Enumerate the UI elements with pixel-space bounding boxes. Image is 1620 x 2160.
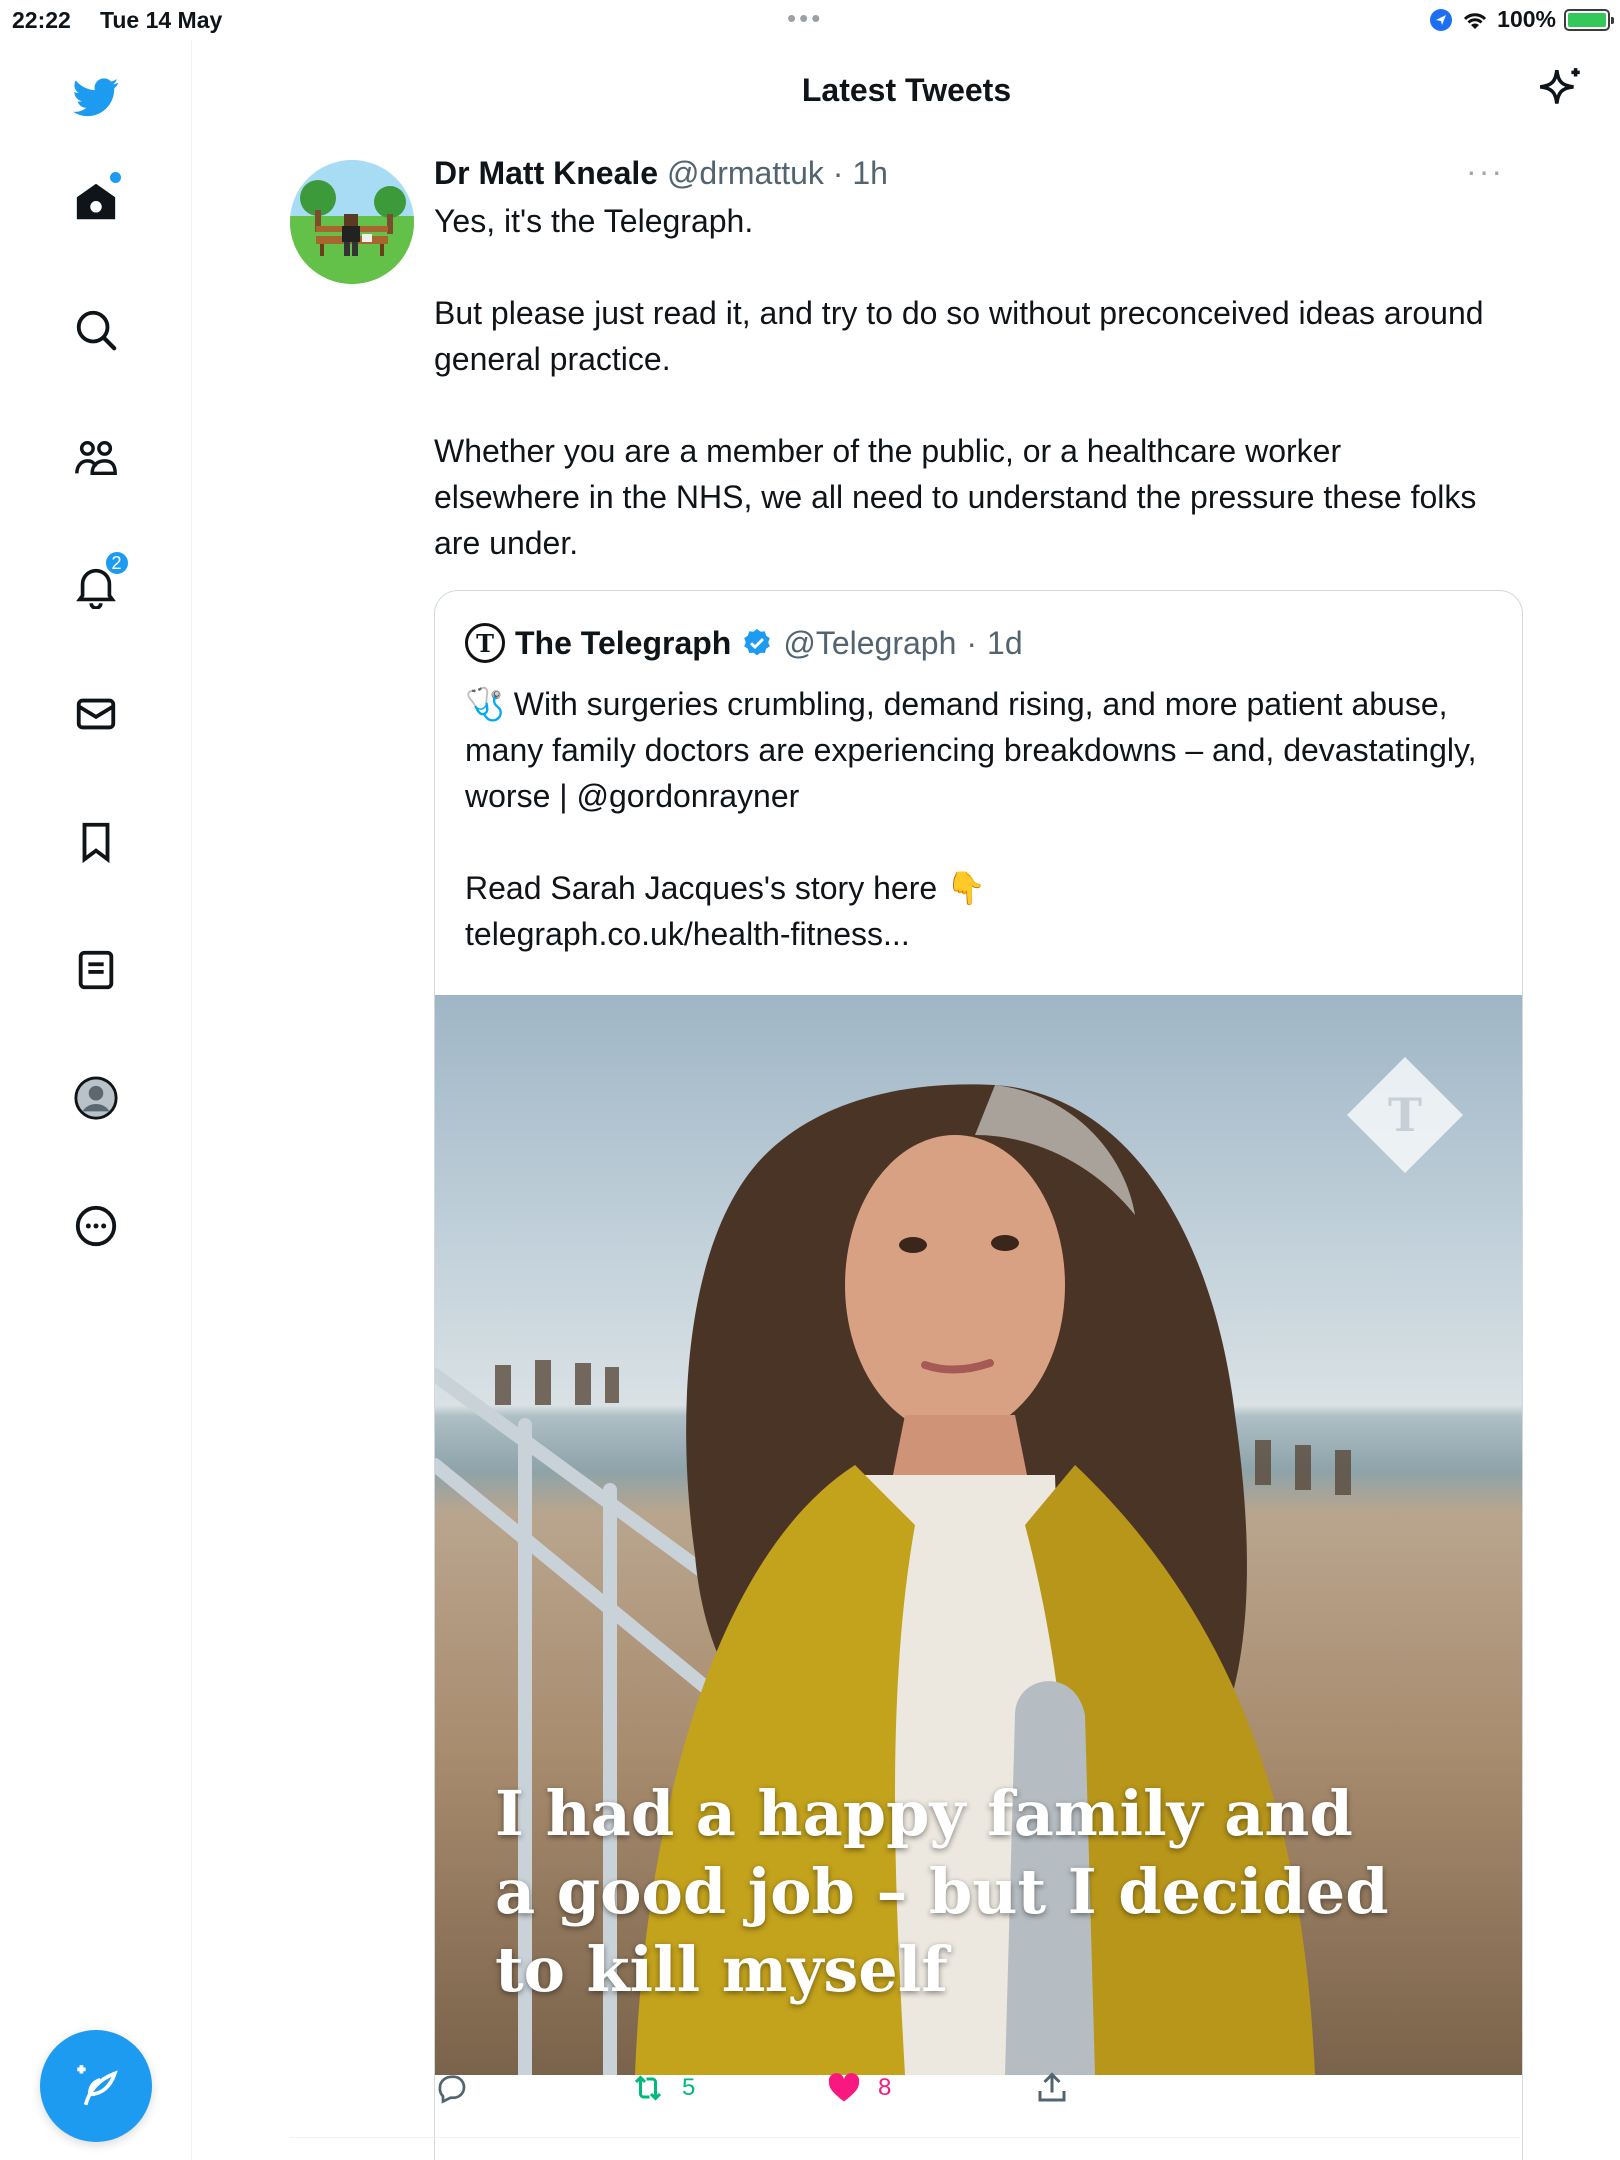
quoted-text-line (465, 819, 1495, 865)
like-count: 8 (878, 2074, 892, 2101)
telegraph-watermark-icon: T (1347, 1057, 1463, 1173)
sidebar-item-bookmarks[interactable] (64, 810, 128, 874)
tweet-text-line: Whether you are a member of the public, … (434, 433, 1477, 561)
bookmark-icon (82, 822, 109, 864)
sidebar-item-profile[interactable] (64, 1066, 128, 1130)
battery-percent: 100% (1497, 6, 1556, 32)
tweet-text: Yes, it's the Telegraph. But please just… (434, 198, 1494, 566)
wifi-icon (1464, 12, 1487, 29)
communities-icon (74, 440, 117, 476)
search-icon (76, 310, 116, 351)
more-options-icon[interactable]: ··· (1466, 153, 1504, 190)
tweet-body: Dr Matt Kneale @drmattuk · 1h ··· Yes, i… (434, 153, 1514, 566)
tweet-divider (290, 2137, 1520, 2138)
article-headline: I had a happy family and a good job – bu… (495, 1777, 1389, 2006)
avatar[interactable] (290, 160, 414, 284)
tweet-timestamp[interactable]: 1h (852, 155, 888, 191)
retweet-count: 5 (682, 2074, 696, 2101)
quoted-tweet-header: T The Telegraph @Telegraph · 1d (465, 623, 1023, 663)
tweet-text-line (434, 244, 1494, 290)
separator-dot: · (832, 155, 844, 191)
reply-icon (438, 2075, 466, 2104)
compose-tweet-button[interactable] (40, 2030, 152, 2142)
tweet-text-line: But please just read it, and try to do s… (434, 295, 1484, 377)
page-title: Latest Tweets (801, 72, 1012, 108)
quoted-tweet[interactable]: T The Telegraph @Telegraph · 1d 🩺 With s… (434, 590, 1523, 2160)
sidebar-item-communities[interactable] (64, 426, 128, 490)
svg-text:T: T (1388, 1088, 1422, 1142)
sidebar-item-messages[interactable] (64, 682, 128, 746)
sidebar-item-home[interactable] (64, 170, 128, 234)
home-icon (76, 183, 115, 220)
retweet-icon (634, 2075, 662, 2101)
home-unread-dot (109, 172, 121, 183)
tweet-actions: 5 8 (434, 2070, 1434, 2120)
notifications-badge: 2 (103, 550, 130, 576)
sidebar: 2 (0, 40, 192, 2160)
author-handle[interactable]: @drmattuk (667, 155, 824, 191)
status-bar: 22:22 Tue 14 May ••• 100% (0, 0, 1620, 40)
quoted-link[interactable]: telegraph.co.uk/health-fitness... (465, 911, 1495, 957)
sidebar-item-lists[interactable] (64, 938, 128, 1002)
quoted-text-line: 🩺 With surgeries crumbling, demand risin… (465, 686, 1477, 814)
multitask-dots-icon[interactable]: ••• (787, 5, 823, 31)
quoted-text-line: Read Sarah Jacques's story here 👇 (465, 870, 986, 906)
share-icon (1038, 2072, 1066, 2102)
verified-badge-icon (744, 629, 771, 656)
list-icon (78, 950, 113, 990)
sidebar-item-notifications[interactable]: 2 (64, 550, 130, 618)
status-date: Tue 14 May (100, 7, 223, 33)
status-time: 22:22 (12, 7, 71, 33)
heart-filled-icon (828, 2073, 860, 2102)
mail-icon (76, 698, 115, 730)
author-name[interactable]: Dr Matt Kneale (434, 155, 658, 191)
telegraph-logo-icon: T (465, 623, 505, 663)
timeline-header: Latest Tweets (193, 40, 1620, 140)
sparkle-icon[interactable] (1536, 64, 1586, 114)
feather-plus-icon (77, 2065, 118, 2106)
sidebar-item-explore[interactable] (64, 298, 128, 362)
reply-button[interactable] (434, 2070, 486, 2106)
quoted-author-name: The Telegraph (515, 624, 732, 661)
share-button[interactable] (1034, 2070, 1070, 2106)
quoted-tweet-text: 🩺 With surgeries crumbling, demand risin… (465, 681, 1495, 957)
status-indicators: 100% (1429, 6, 1614, 33)
pixel-art-avatar-image (290, 160, 414, 284)
battery-icon (1564, 8, 1614, 31)
tweet-text-line: Yes, it's the Telegraph. (434, 203, 754, 239)
profile-icon (73, 1076, 118, 1120)
tweet-header: Dr Matt Kneale @drmattuk · 1h (434, 155, 1514, 192)
more-circle-icon (75, 1205, 116, 1247)
twitter-logo-icon[interactable] (64, 65, 128, 129)
separator-dot: · (966, 624, 978, 661)
article-image[interactable]: T I had a happy family and a good job – … (435, 995, 1522, 2075)
sidebar-item-more[interactable] (64, 1194, 128, 1258)
like-button[interactable]: 8 (826, 2070, 891, 2106)
retweet-button[interactable]: 5 (630, 2070, 695, 2106)
quoted-author-handle: @Telegraph (783, 624, 957, 661)
quoted-timestamp: 1d (987, 624, 1023, 661)
location-icon (1430, 8, 1453, 31)
tweet-text-line (434, 382, 1494, 428)
